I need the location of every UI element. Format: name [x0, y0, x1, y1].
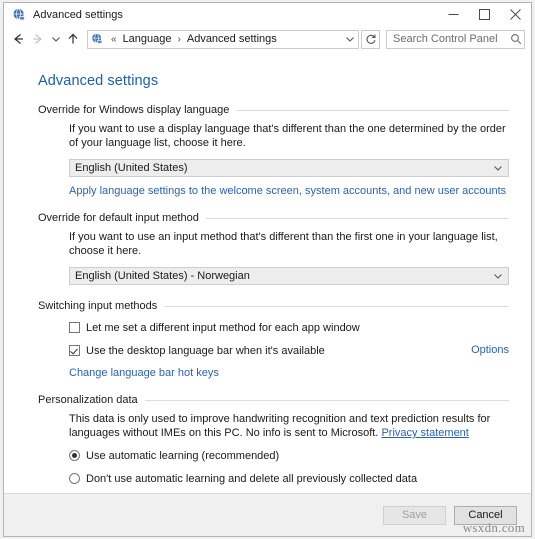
up-button[interactable] — [63, 29, 83, 49]
back-button[interactable] — [8, 29, 28, 49]
group-divider — [144, 399, 509, 401]
minimize-button[interactable] — [438, 3, 469, 26]
checkbox-language-bar-label: Use the desktop language bar when it's a… — [86, 345, 325, 357]
window-controls — [438, 3, 531, 26]
group-heading-label: Override for Windows display language — [38, 104, 230, 116]
group-heading-label: Override for default input method — [38, 212, 199, 224]
settings-content: Advanced settings Override for Windows d… — [4, 52, 531, 493]
radio-no-automatic-learning[interactable] — [69, 473, 80, 484]
breadcrumb-item-language[interactable]: Language — [121, 32, 174, 46]
group-heading-personalization-data: Personalization data — [38, 394, 509, 406]
dialog-footer: Save Cancel wsxdn.com — [4, 493, 531, 536]
radio-automatic-learning[interactable] — [69, 450, 80, 461]
group-personalization-data: Personalization data This data is only u… — [38, 394, 509, 486]
apply-language-settings-link[interactable]: Apply language settings to the welcome s… — [69, 185, 506, 197]
advanced-settings-window: Advanced settings « Language › Advanced … — [3, 2, 532, 537]
radio-no-automatic-learning-label: Don't use automatic learning and delete … — [86, 473, 418, 485]
refresh-button[interactable] — [361, 29, 380, 49]
group-heading-input-method: Override for default input method — [38, 212, 509, 224]
group-switching-input-methods: Switching input methods Let me set a dif… — [38, 300, 509, 379]
search-box[interactable] — [386, 29, 525, 49]
personalization-data-description: This data is only used to improve handwr… — [69, 412, 509, 440]
group-divider — [205, 217, 509, 219]
group-heading-label: Switching input methods — [38, 300, 158, 312]
search-input[interactable] — [387, 33, 508, 45]
group-heading-switching-input-methods: Switching input methods — [38, 300, 509, 312]
group-input-method: Override for default input method If you… — [38, 212, 509, 285]
checkbox-app-window-label: Let me set a different input method for … — [86, 322, 360, 334]
group-body-personalization-data: This data is only used to improve handwr… — [38, 412, 509, 486]
change-language-bar-hot-keys-link[interactable]: Change language bar hot keys — [69, 367, 219, 379]
group-body-switching-input-methods: Let me set a different input method for … — [38, 321, 509, 379]
checkbox-row-app-window[interactable]: Let me set a different input method for … — [69, 321, 509, 335]
address-bar-language-icon — [90, 32, 104, 46]
breadcrumb: « Language › Advanced settings — [107, 32, 342, 46]
search-icon[interactable] — [508, 33, 524, 45]
checkbox-app-window[interactable] — [69, 322, 80, 333]
radio-automatic-learning-label: Use automatic learning (recommended) — [86, 450, 280, 462]
checkbox-row-language-bar[interactable]: Use the desktop language bar when it's a… — [69, 344, 509, 358]
title-bar: Advanced settings — [4, 3, 531, 26]
default-input-method-combo-wrap: English (United States) - Norwegian — [69, 267, 509, 285]
maximize-button[interactable] — [469, 3, 500, 26]
group-body-display-language: If you want to use a display language th… — [38, 122, 509, 197]
breadcrumb-separator-icon: › — [177, 33, 181, 45]
save-button[interactable]: Save — [383, 505, 446, 525]
default-input-method-select[interactable]: English (United States) - Norwegian — [69, 267, 509, 285]
language-bar-options-link-wrap: Options — [471, 344, 509, 356]
display-language-description: If you want to use a display language th… — [69, 123, 506, 149]
language-bar-options-link[interactable]: Options — [471, 344, 509, 356]
group-heading-label: Personalization data — [38, 394, 138, 406]
forward-button[interactable] — [28, 29, 48, 49]
navigation-bar: « Language › Advanced settings — [4, 26, 531, 52]
group-divider — [164, 305, 509, 307]
watermark: wsxdn.com — [462, 520, 525, 535]
group-heading-display-language: Override for Windows display language — [38, 104, 509, 116]
recent-locations-chevron-down-icon[interactable] — [48, 29, 63, 49]
group-body-input-method: If you want to use an input method that'… — [38, 230, 509, 285]
display-language-select[interactable]: English (United States) — [69, 159, 509, 177]
close-button[interactable] — [500, 3, 531, 26]
address-bar[interactable]: « Language › Advanced settings — [87, 29, 359, 49]
checkbox-language-bar[interactable] — [69, 345, 80, 356]
breadcrumb-item-advanced-settings[interactable]: Advanced settings — [185, 32, 279, 46]
breadcrumb-overflow-icon[interactable]: « — [111, 34, 117, 45]
address-dropdown-chevron-down-icon[interactable] — [342, 31, 358, 48]
group-display-language: Override for Windows display language If… — [38, 104, 509, 197]
input-method-description: If you want to use an input method that'… — [69, 231, 498, 257]
radio-row-no-automatic-learning[interactable]: Don't use automatic learning and delete … — [69, 472, 509, 486]
privacy-statement-link[interactable]: Privacy statement — [381, 427, 468, 439]
group-divider — [236, 109, 509, 111]
control-panel-language-icon — [11, 7, 27, 23]
display-language-combo-wrap: English (United States) — [69, 159, 509, 177]
window-title: Advanced settings — [33, 8, 123, 21]
page-title: Advanced settings — [38, 73, 159, 89]
radio-row-automatic-learning[interactable]: Use automatic learning (recommended) — [69, 449, 509, 463]
